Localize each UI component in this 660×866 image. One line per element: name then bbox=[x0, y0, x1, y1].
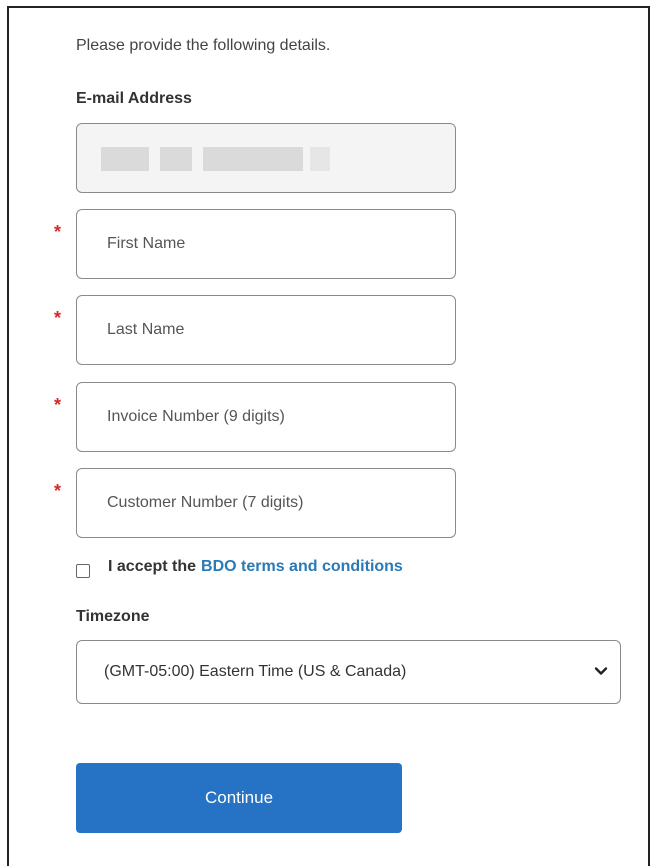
terms-label: I accept the bbox=[108, 558, 197, 575]
terms-checkbox[interactable] bbox=[76, 564, 90, 578]
required-asterisk: * bbox=[54, 481, 62, 501]
email-label: E-mail Address bbox=[76, 90, 192, 107]
timezone-label: Timezone bbox=[76, 608, 150, 625]
timezone-selected-value: (GMT-05:00) Eastern Time (US & Canada) bbox=[104, 663, 407, 680]
terms-link[interactable]: BDO terms and conditions bbox=[201, 558, 403, 576]
continue-button[interactable]: Continue bbox=[76, 763, 402, 833]
last-name-field[interactable] bbox=[76, 295, 456, 365]
required-asterisk: * bbox=[54, 395, 62, 415]
terms-row: I accept the BDO terms and conditions bbox=[76, 556, 403, 578]
required-asterisk: * bbox=[54, 222, 62, 242]
redacted-email-block bbox=[101, 147, 149, 171]
customer-number-field[interactable] bbox=[76, 468, 456, 538]
redacted-email-block bbox=[310, 147, 330, 171]
timezone-select[interactable]: (GMT-05:00) Eastern Time (US & Canada) bbox=[76, 640, 621, 704]
first-name-field[interactable] bbox=[76, 209, 456, 279]
invoice-number-field[interactable] bbox=[76, 382, 456, 452]
intro-text: Please provide the following details. bbox=[76, 37, 331, 54]
redacted-email-block bbox=[160, 147, 192, 171]
required-asterisk: * bbox=[54, 308, 62, 328]
chevron-down-icon bbox=[594, 667, 608, 675]
redacted-email-block bbox=[203, 147, 303, 171]
